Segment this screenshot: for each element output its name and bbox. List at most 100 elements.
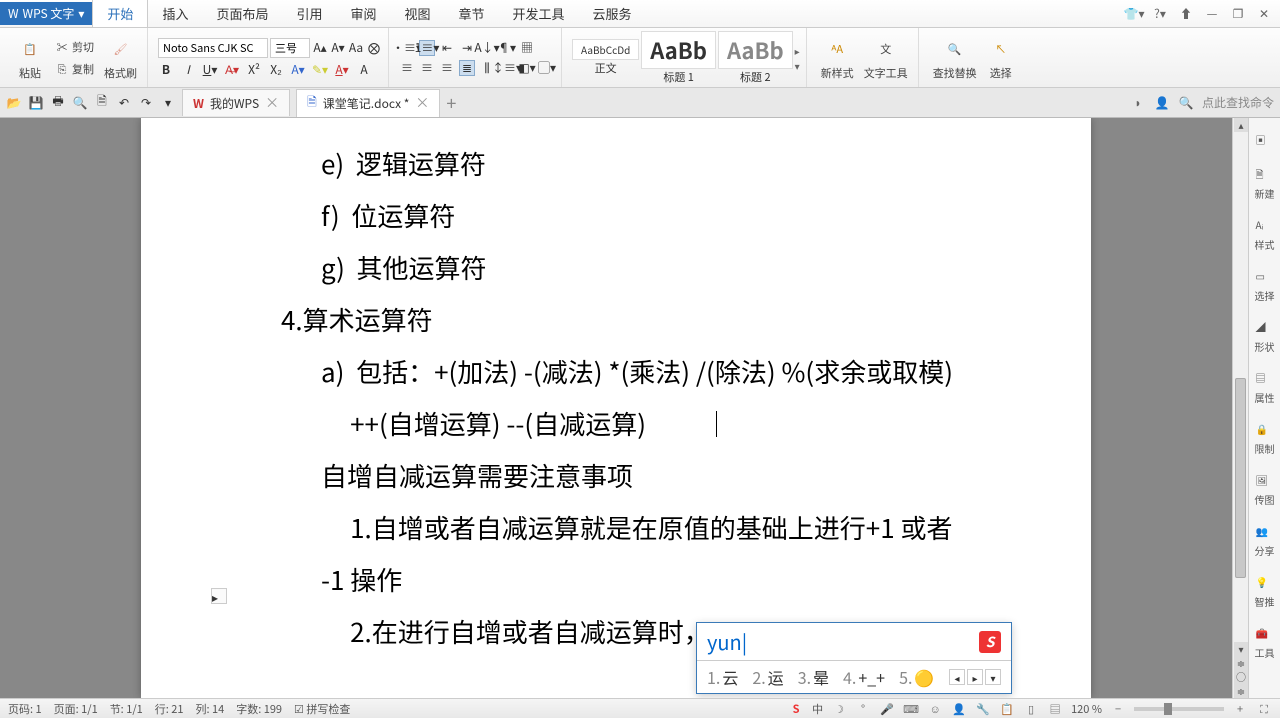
help-icon[interactable]: ?▾ [1148,4,1172,24]
status-page[interactable]: 页面: 1/1 [54,701,98,717]
sidebar-upload-img[interactable]: 🖼传图 [1253,466,1277,513]
style-heading2[interactable]: AaBb [718,31,793,69]
mic-icon[interactable]: 🎤 [879,701,895,717]
status-col[interactable]: 列: 14 [195,701,224,717]
user-status-icon[interactable]: 👤 [951,701,967,717]
document-content[interactable]: e) 逻辑运算符 f) 位运算符 g) 其他运算符 4.算术运算符 a) 包括：… [201,138,1031,658]
status-pageno[interactable]: 页码: 1 [8,701,42,717]
sidebar-style[interactable]: Aᵢ样式 [1253,211,1277,258]
collapse-ribbon-icon[interactable]: ◗ [1130,95,1146,111]
ime-candidate[interactable]: 4.+_+ [843,665,885,689]
undo-icon[interactable]: ↶ [116,95,132,111]
status-chars[interactable]: 字数: 199 [236,701,282,717]
menu-insert[interactable]: 插入 [148,0,202,27]
sidebar-share[interactable]: 👥分享 [1253,517,1277,564]
strikethrough-icon[interactable]: A̶▾ [224,62,240,78]
align-left-icon[interactable]: ≡ [399,60,415,76]
vertical-scrollbar[interactable]: ▴ ▾ ≑ ○ ≑ [1232,118,1248,698]
print-icon[interactable]: 🖶 [50,95,66,111]
show-marks-icon[interactable]: ¶▾ [499,40,515,56]
char-shading-icon[interactable]: A [356,62,372,78]
style-heading1[interactable]: AaBb [641,31,716,69]
format-painter-button[interactable]: 🖌 格式刷 [100,33,141,83]
export-icon[interactable]: 🗎 [94,95,110,111]
line-spacing-icon[interactable]: ↕≡▾ [499,60,515,76]
minimize-button[interactable]: — [1200,4,1224,24]
status-ime[interactable]: 中 [812,701,823,717]
outdent-icon[interactable]: ⇤ [439,40,455,56]
doc-tab-mywps[interactable]: W 我的WPS × [182,89,290,116]
close-button[interactable]: ✕ [1252,4,1276,24]
sidebar-toggle[interactable]: ▣ [1254,126,1276,156]
status-zoom[interactable]: 120 % [1071,701,1102,717]
cut-button[interactable]: ✂剪切 [50,37,98,57]
open-icon[interactable]: 📂 [6,95,22,111]
highlight-icon[interactable]: ✎▾ [312,62,328,78]
new-tab-button[interactable]: + [446,90,456,116]
sidebar-select[interactable]: ▭选择 [1253,262,1277,309]
bold-icon[interactable]: B [158,62,174,78]
paste-button[interactable]: 📋 粘贴 [12,33,48,83]
prev-page-icon[interactable]: ≑ [1234,656,1248,670]
ime-more-icon[interactable]: ▾ [985,669,1001,685]
page-area[interactable]: e) 逻辑运算符 f) 位运算符 g) 其他运算符 4.算术运算符 a) 包括：… [0,118,1232,698]
scroll-up-icon[interactable]: ▴ [1234,118,1248,132]
sogou-status-icon[interactable]: S [788,701,804,717]
menu-view[interactable]: 视图 [391,0,445,27]
doc-line[interactable]: -1 操作 [281,554,1031,606]
sidebar-new[interactable]: 🗎新建 [1253,160,1277,207]
align-right-icon[interactable]: ≡ [439,60,455,76]
keyboard-icon[interactable]: ⌨ [903,701,919,717]
ime-prev-icon[interactable]: ◂ [949,669,965,685]
scroll-thumb[interactable] [1235,378,1246,578]
redo-icon[interactable]: ↷ [138,95,154,111]
zoom-in-icon[interactable]: + [1232,701,1248,717]
doc-line[interactable]: 自增自减运算需要注意事项 [281,450,1031,502]
ime-next-icon[interactable]: ▸ [967,669,983,685]
numbering-icon[interactable]: 1≡▾ [419,40,435,56]
maximize-button[interactable]: ❐ [1226,4,1250,24]
italic-icon[interactable]: I [180,62,196,78]
status-spellcheck[interactable]: ☑ 拼写检查 [294,701,350,717]
menu-start[interactable]: 开始 [92,0,148,27]
sidebar-recommend[interactable]: 💡智推 [1253,568,1277,615]
zoom-slider[interactable] [1134,707,1224,711]
sidebar-props[interactable]: ▤属性 [1253,364,1277,411]
font-family-select[interactable] [158,38,268,58]
subscript-icon[interactable]: X₂ [268,62,284,78]
status-section[interactable]: 节: 1/1 [110,701,143,717]
browse-object-icon[interactable]: ○ [1234,670,1248,684]
moon-icon[interactable]: ☽ [831,701,847,717]
skin-icon[interactable]: 👕▾ [1122,4,1146,24]
style-normal[interactable]: AaBbCcDd [572,39,639,60]
font-color-icon[interactable]: A▾ [334,62,350,78]
save-icon[interactable]: 💾 [28,95,44,111]
doc-line[interactable]: g) 其他运算符 [281,242,1031,294]
indent-icon[interactable]: ⇥ [459,40,475,56]
outline-toggle-icon[interactable]: ▸ [211,588,227,604]
print-preview-icon[interactable]: 🔍 [72,95,88,111]
table-icon[interactable]: ▦ [519,40,535,56]
shrink-font-icon[interactable]: A▾ [330,40,346,56]
search-icon[interactable]: 🔍 [1178,95,1194,111]
user-icon[interactable]: 👤 [1154,95,1170,111]
close-tab-icon[interactable]: × [415,93,429,113]
text-tools-button[interactable]: 文文字工具 [860,33,912,83]
close-tab-icon[interactable]: × [265,93,279,113]
bullets-icon[interactable]: •≡▾ [399,40,415,56]
emoji-icon[interactable]: ☺ [927,701,943,717]
menu-page-layout[interactable]: 页面布局 [202,0,282,27]
superscript-icon[interactable]: X² [246,62,262,78]
ime-candidate[interactable]: 1.云 [707,665,738,689]
fullscreen-icon[interactable]: ⛶ [1256,701,1272,717]
document-page[interactable]: e) 逻辑运算符 f) 位运算符 g) 其他运算符 4.算术运算符 a) 包括：… [141,118,1091,698]
next-page-icon[interactable]: ≑ [1234,684,1248,698]
borders-icon[interactable]: ▢▾ [539,60,555,76]
doc-line[interactable]: a) 包括：+(加法) -(减法) *(乘法) /(除法) %(求余或取模) [281,346,1031,398]
doc-line[interactable]: f) 位运算符 [281,190,1031,242]
doc-line[interactable]: ++(自增运算) --(自减运算) [281,398,1031,450]
clipboard-status-icon[interactable]: 📋 [999,701,1015,717]
styles-more-icon[interactable]: ▸▾ [795,43,800,73]
font-size-select[interactable] [270,38,310,58]
view-outline-icon[interactable]: ▤ [1047,701,1063,717]
